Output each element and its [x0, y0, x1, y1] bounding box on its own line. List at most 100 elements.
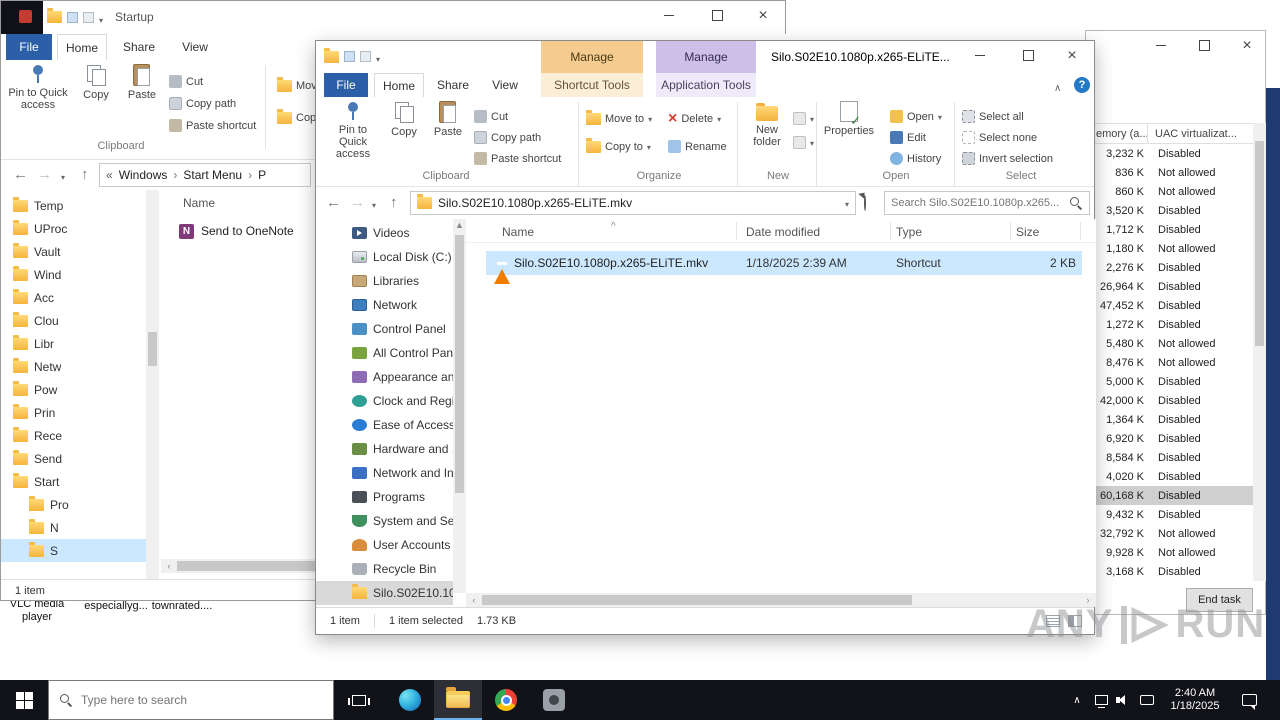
- quick-access-icon-2[interactable]: [360, 51, 371, 62]
- desktop-icon-label-especially[interactable]: especiallyg...: [84, 600, 148, 613]
- sidebar-item-wind[interactable]: Wind: [1, 263, 146, 286]
- chevron-down-icon[interactable]: [845, 196, 849, 210]
- nav-scrollbar[interactable]: ▲: [453, 219, 466, 593]
- sidebar-item-s[interactable]: S: [1, 539, 146, 562]
- sidebar-item-uproc[interactable]: UProc: [1, 217, 146, 240]
- sidebar-item-clock-and-regi[interactable]: Clock and Regi...: [316, 389, 453, 413]
- invert-selection-button[interactable]: Invert selection: [962, 149, 1053, 168]
- help-icon[interactable]: [1074, 77, 1090, 93]
- sidebar-item-libraries[interactable]: Libraries: [316, 269, 453, 293]
- pin-to-quick-access-button[interactable]: Pin to Quick access: [7, 64, 69, 111]
- breadcrumb-part[interactable]: P: [258, 168, 266, 182]
- tray-expand-chevron-icon[interactable]: [1066, 680, 1088, 720]
- task-manager-row[interactable]: 60,168 K Disabled: [1086, 486, 1253, 505]
- scroll-left-icon[interactable]: ‹: [468, 593, 480, 607]
- task-manager-row[interactable]: 9,432 K Disabled: [1086, 505, 1253, 524]
- taskbar-search[interactable]: [48, 680, 334, 720]
- tab-file[interactable]: File: [324, 73, 368, 97]
- address-box[interactable]: Silo.S02E10.1080p.x265-ELiTE.mkv: [410, 191, 856, 215]
- sidebar-item-local-disk-c[interactable]: Local Disk (C:): [316, 245, 453, 269]
- sidebar-item-network-and-in[interactable]: Network and In...: [316, 461, 453, 485]
- task-manager-row[interactable]: 3,520 K Disabled: [1086, 201, 1253, 220]
- paste-shortcut-button[interactable]: Paste shortcut: [169, 116, 256, 135]
- task-manager-row[interactable]: 8,584 K Disabled: [1086, 448, 1253, 467]
- sidebar-item-system-and-sec[interactable]: System and Sec...: [316, 509, 453, 533]
- task-manager-row[interactable]: 860 K Not allowed: [1086, 182, 1253, 201]
- tab-home[interactable]: Home: [374, 73, 424, 97]
- close-button[interactable]: [745, 1, 781, 30]
- rename-button[interactable]: Rename: [668, 137, 727, 156]
- delete-button[interactable]: Delete: [668, 109, 721, 128]
- paste-shortcut-button[interactable]: Paste shortcut: [474, 149, 561, 168]
- sidebar-item-clou[interactable]: Clou: [1, 309, 146, 332]
- task-manager-row[interactable]: 4,020 K Disabled: [1086, 467, 1253, 486]
- sidebar-item-network[interactable]: Network: [316, 293, 453, 317]
- task-manager-row[interactable]: 2,276 K Disabled: [1086, 258, 1253, 277]
- breadcrumb-part[interactable]: Start Menu: [183, 168, 242, 182]
- sidebar-item-n[interactable]: N: [1, 516, 146, 539]
- sidebar-item-prin[interactable]: Prin: [1, 401, 146, 424]
- task-manager-row[interactable]: 32,792 K Not allowed: [1086, 524, 1253, 543]
- back-icon[interactable]: [326, 194, 341, 211]
- desktop-icon-label-vlc[interactable]: VLC media player: [6, 598, 68, 624]
- sidebar-item-control-panel[interactable]: Control Panel: [316, 317, 453, 341]
- search-icon[interactable]: [1069, 196, 1083, 210]
- tab-view[interactable]: View: [171, 34, 219, 60]
- scroll-left-icon[interactable]: ‹: [163, 559, 175, 573]
- sidebar-item-libr[interactable]: Libr: [1, 332, 146, 355]
- taskbar-app-file-explorer[interactable]: [434, 680, 482, 720]
- scrollbar-thumb[interactable]: [455, 235, 464, 493]
- horizontal-scrollbar[interactable]: ‹ ›: [466, 593, 1096, 607]
- breadcrumb[interactable]: « Windows Start Menu P: [99, 163, 311, 187]
- action-center-button[interactable]: [1232, 680, 1266, 720]
- task-manager-row[interactable]: 836 K Not allowed: [1086, 163, 1253, 182]
- column-header-size[interactable]: Size: [1016, 225, 1039, 239]
- edit-button[interactable]: Edit: [890, 128, 926, 147]
- start-button[interactable]: [0, 680, 48, 720]
- desktop-icon-label-townrated[interactable]: townrated....: [150, 600, 214, 613]
- task-manager-row[interactable]: 42,000 K Disabled: [1086, 391, 1253, 410]
- sidebar-item-silo-s02e10-1080[interactable]: Silo.S02E10.1080: [316, 581, 453, 605]
- task-manager-row[interactable]: 1,364 K Disabled: [1086, 410, 1253, 429]
- forward-icon[interactable]: [37, 166, 52, 183]
- up-icon[interactable]: [81, 166, 89, 183]
- sidebar-item-vault[interactable]: Vault: [1, 240, 146, 263]
- tab-share[interactable]: Share: [428, 73, 478, 97]
- column-header-type[interactable]: Type: [896, 225, 922, 239]
- nav-scrollbar[interactable]: [146, 190, 159, 579]
- forward-icon[interactable]: [350, 194, 365, 211]
- sidebar-item-pro[interactable]: Pro: [1, 493, 146, 516]
- close-button[interactable]: [1232, 31, 1262, 60]
- quick-access-chevron-icon[interactable]: [376, 51, 380, 65]
- column-header-name[interactable]: Name: [183, 196, 215, 210]
- sidebar-item-hardware-and[interactable]: Hardware and ...: [316, 437, 453, 461]
- minimize-button[interactable]: [1146, 31, 1176, 60]
- close-button[interactable]: [1050, 41, 1094, 70]
- scrollbar-thumb[interactable]: [148, 332, 157, 366]
- breadcrumb-part[interactable]: Windows: [119, 168, 168, 182]
- column-header-date-modified[interactable]: Date modified: [746, 225, 820, 239]
- search-input[interactable]: [891, 197, 1065, 209]
- column-header-memory[interactable]: emory (a...: [1086, 124, 1148, 143]
- breadcrumb-collapse[interactable]: «: [106, 168, 113, 182]
- maximize-button[interactable]: [699, 1, 735, 30]
- minimize-button[interactable]: [651, 1, 687, 30]
- recent-locations-chevron-icon[interactable]: [372, 197, 376, 211]
- task-manager-row[interactable]: 5,480 K Not allowed: [1086, 334, 1253, 353]
- tab-file[interactable]: File: [6, 34, 52, 60]
- copy-path-button[interactable]: Copy path: [169, 94, 236, 113]
- copy-button[interactable]: Copy: [75, 64, 117, 101]
- tab-share[interactable]: Share: [113, 34, 165, 60]
- sidebar-item-user-accounts[interactable]: User Accounts: [316, 533, 453, 557]
- sidebar-item-acc[interactable]: Acc: [1, 286, 146, 309]
- history-button[interactable]: History: [890, 149, 941, 168]
- tray-network[interactable]: [1090, 680, 1112, 720]
- taskbar-app-chrome[interactable]: [482, 680, 530, 720]
- back-icon[interactable]: [13, 166, 28, 183]
- scrollbar-thumb[interactable]: [1255, 141, 1264, 346]
- maximize-button[interactable]: [1189, 31, 1219, 60]
- task-manager-row[interactable]: 1,712 K Disabled: [1086, 220, 1253, 239]
- sidebar-item-recycle-bin[interactable]: Recycle Bin: [316, 557, 453, 581]
- sidebar-item-netw[interactable]: Netw: [1, 355, 146, 378]
- tab-shortcut-tools[interactable]: Shortcut Tools: [541, 73, 643, 97]
